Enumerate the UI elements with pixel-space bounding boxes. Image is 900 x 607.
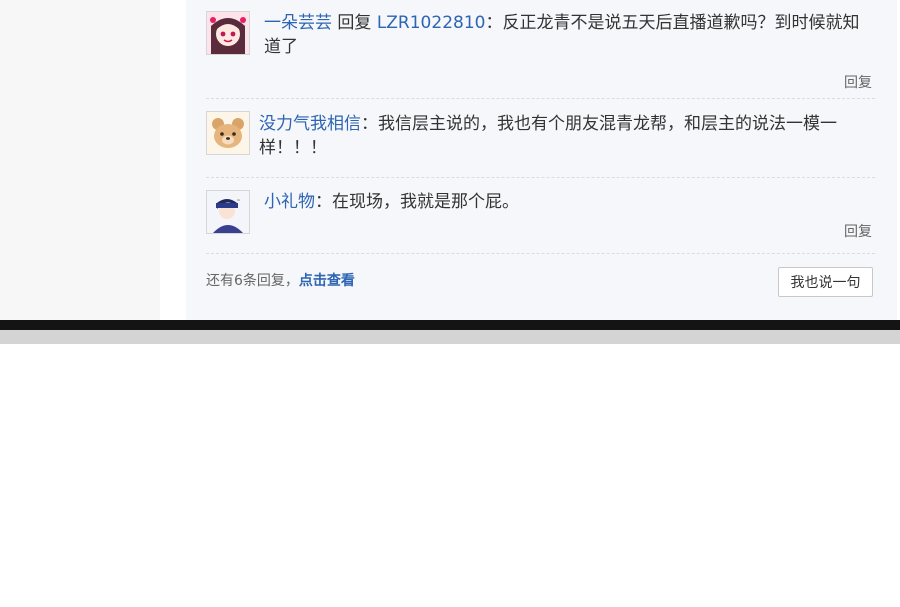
reply-target-link[interactable]: LZR1022810 <box>377 13 486 33</box>
more-replies-count: 还有6条回复， <box>206 273 299 289</box>
gutter <box>160 0 186 320</box>
more-replies: 还有6条回复，点击查看 <box>206 270 355 290</box>
monitor-bezel <box>0 320 900 330</box>
colon: ： <box>485 13 503 33</box>
svg-text:ᵐ: ᵐ <box>237 199 240 205</box>
reply-button[interactable]: 回复 <box>844 221 872 241</box>
comment-body: 小礼物：在现场，我就是那个屁。 <box>264 190 864 214</box>
avatar[interactable] <box>206 11 250 55</box>
avatar[interactable] <box>206 111 250 155</box>
anime-girl-avatar-icon <box>207 12 249 54</box>
divider <box>206 177 875 178</box>
username-link[interactable]: 一朵芸芸 <box>264 13 332 33</box>
colon: ： <box>361 114 378 134</box>
divider <box>206 253 875 254</box>
reply-button[interactable]: 回复 <box>844 72 872 92</box>
bear-avatar-icon <box>207 112 249 154</box>
comment-body: 一朵芸芸 回复 LZR1022810：反正龙青不是说五天后直播道歉吗？到时候就知… <box>264 11 864 59</box>
reply-panel: 一朵芸芸 回复 LZR1022810：反正龙青不是说五天后直播道歉吗？到时候就知… <box>186 0 897 320</box>
colon: ： <box>315 192 332 212</box>
username-link[interactable]: 没力气我相信 <box>259 114 361 134</box>
reply-word: 回复 <box>337 13 372 33</box>
username-link[interactable]: 小礼物 <box>264 192 315 212</box>
say-something-button[interactable]: 我也说一句 <box>778 267 873 297</box>
comment-text: 在现场，我就是那个屁。 <box>332 192 519 212</box>
view-more-link[interactable]: 点击查看 <box>299 273 355 289</box>
boy-avatar-icon: ᵐ <box>207 191 249 233</box>
left-sidebar <box>0 0 160 320</box>
divider <box>206 98 875 99</box>
monitor-base <box>0 330 900 344</box>
avatar[interactable]: ᵐ <box>206 190 250 234</box>
screen: 一朵芸芸 回复 LZR1022810：反正龙青不是说五天后直播道歉吗？到时候就知… <box>0 0 900 320</box>
comment-body: 没力气我相信：我信层主说的，我也有个朋友混青龙帮，和层主的说法一模一样！！！ <box>259 112 867 160</box>
